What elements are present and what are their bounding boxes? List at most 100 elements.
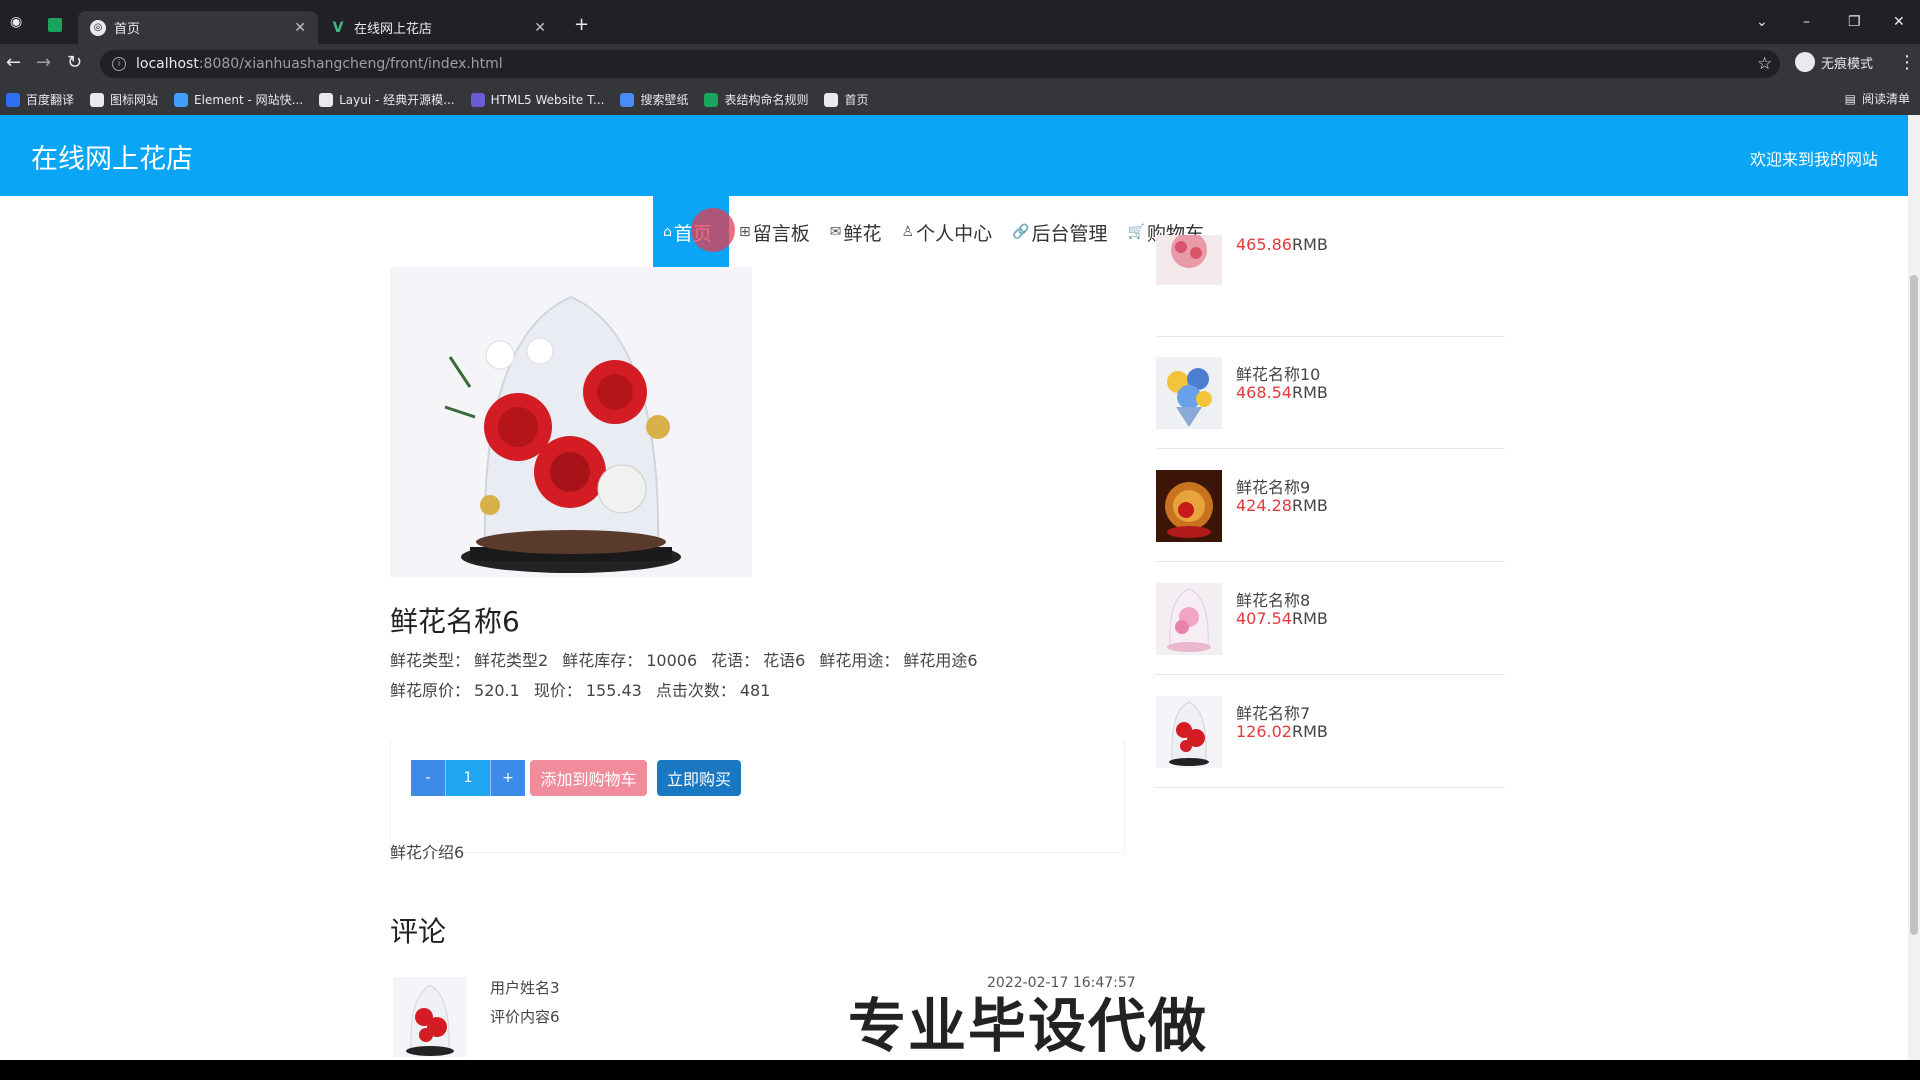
url-path: :8080/xianhuashangcheng/front/index.html bbox=[198, 56, 503, 72]
meta-label: 鲜花库存： bbox=[562, 651, 643, 670]
bookmark-item[interactable]: 表结构命名规则 bbox=[704, 91, 808, 108]
comment-user: 用户姓名3 bbox=[490, 979, 560, 997]
bookmarks-bar: 百度翻译 图标网站 Element - 网站快... Layui - 经典开源模...… bbox=[0, 84, 1920, 115]
site-header: 在线网上花店 欢迎来到我的网站 bbox=[0, 115, 1908, 196]
bookmark-label: 首页 bbox=[844, 93, 869, 107]
currency-label: RMB bbox=[1291, 496, 1328, 515]
grid-icon: ⊞ bbox=[739, 224, 751, 240]
mail-icon: ✉ bbox=[829, 224, 842, 240]
quantity-input[interactable]: 1 bbox=[445, 760, 491, 796]
bookmark-label: Layui - 经典开源模... bbox=[339, 93, 455, 107]
preserved-flower-dome-image bbox=[390, 267, 752, 577]
flower-thumbnail bbox=[1156, 357, 1222, 429]
buy-now-button[interactable]: 立即购买 bbox=[657, 760, 741, 796]
tab-strip: ◉ ◎ 首页 ✕ V 在线网上花店 ✕ + ⌄ – ❐ ✕ bbox=[0, 0, 1920, 44]
bookmark-icon bbox=[704, 92, 719, 107]
purchase-box bbox=[390, 741, 1125, 853]
tab-home[interactable]: ◎ 首页 ✕ bbox=[78, 11, 318, 44]
browser-menu-icon[interactable]: ◉ bbox=[10, 14, 22, 30]
user-icon: ♙ bbox=[901, 224, 915, 240]
nav-label: 鲜花 bbox=[843, 222, 882, 245]
nav-item[interactable]: ✉ 鲜花 bbox=[820, 196, 892, 268]
price-value: 126.02 bbox=[1236, 722, 1292, 741]
close-tab-icon[interactable]: ✕ bbox=[534, 20, 546, 36]
cart-icon: 🛒 bbox=[1127, 224, 1145, 240]
tab-flower-shop[interactable]: V 在线网上花店 ✕ bbox=[318, 11, 558, 44]
bookmark-item[interactable]: 图标网站 bbox=[90, 91, 158, 108]
incognito-profile[interactable]: 无痕模式 bbox=[1795, 52, 1873, 72]
nav-item[interactable]: ⊞ 留言板 bbox=[729, 196, 820, 268]
bookmark-star-icon[interactable]: ☆ bbox=[1757, 54, 1772, 74]
link-icon: 🔗 bbox=[1012, 224, 1030, 240]
new-tab-icon[interactable]: + bbox=[574, 14, 589, 35]
site-info-icon[interactable]: i bbox=[112, 57, 126, 71]
price-value: 468.54 bbox=[1236, 383, 1292, 402]
bookmark-icon bbox=[319, 92, 334, 107]
nav-label: 后台管理 bbox=[1031, 222, 1108, 245]
list-item[interactable]: 鲜花名称7 126.02RMB bbox=[1155, 676, 1505, 788]
close-tab-icon[interactable]: ✕ bbox=[294, 20, 306, 36]
bookmark-item[interactable]: Element - 网站快... bbox=[174, 91, 303, 108]
flower-thumbnail bbox=[1156, 235, 1222, 285]
flower-price: 424.28RMB bbox=[1236, 496, 1328, 515]
currency-label: RMB bbox=[1291, 383, 1328, 402]
tab-search-icon[interactable]: ⌄ bbox=[1756, 14, 1768, 30]
flower-name: 鲜花名称10 bbox=[1236, 365, 1321, 384]
welcome-text: 欢迎来到我的网站 bbox=[1749, 150, 1878, 169]
red-dome-thumbnail bbox=[1156, 470, 1222, 542]
meta-value: 520.1 bbox=[474, 681, 520, 700]
increase-button[interactable]: + bbox=[491, 760, 525, 796]
nav-item[interactable]: 🔗 后台管理 bbox=[1002, 196, 1117, 268]
meta-label: 现价： bbox=[533, 681, 582, 700]
list-item[interactable]: 鲜花名称8 407.54RMB bbox=[1155, 563, 1505, 675]
quantity-stepper: - 1 + bbox=[411, 760, 525, 796]
meta-label: 鲜花用途： bbox=[819, 651, 900, 670]
commenter-avatar-image bbox=[393, 977, 467, 1057]
bookmark-item[interactable]: Layui - 经典开源模... bbox=[319, 91, 455, 108]
nav-label: 个人中心 bbox=[916, 222, 993, 245]
list-item[interactable]: 465.86RMB bbox=[1155, 225, 1505, 337]
vue-icon: V bbox=[332, 19, 344, 36]
reading-list-icon: ▤ bbox=[1844, 91, 1856, 106]
close-window-icon[interactable]: ✕ bbox=[1893, 14, 1905, 30]
tab-title: 在线网上花店 bbox=[354, 22, 433, 37]
restore-icon[interactable]: ❐ bbox=[1848, 14, 1861, 30]
bookmark-icon bbox=[174, 92, 189, 107]
currency-label: RMB bbox=[1291, 722, 1328, 741]
flower-price: 468.54RMB bbox=[1236, 383, 1328, 402]
forward-icon[interactable]: → bbox=[36, 52, 51, 73]
decrease-button[interactable]: - bbox=[411, 760, 445, 796]
meta-label: 花语： bbox=[711, 651, 760, 670]
site-title[interactable]: 在线网上花店 bbox=[31, 137, 193, 176]
back-icon[interactable]: ← bbox=[6, 52, 21, 73]
bookmark-item[interactable]: HTML5 Website T... bbox=[470, 92, 604, 107]
add-to-cart-button[interactable]: 添加到购物车 bbox=[530, 760, 647, 796]
reading-list[interactable]: ▤ 阅读清单 bbox=[1845, 90, 1910, 107]
list-item[interactable]: 鲜花名称10 468.54RMB bbox=[1155, 337, 1505, 449]
url-input[interactable]: i localhost:8080/xianhuashangcheng/front… bbox=[100, 50, 1780, 78]
home-icon: ⌂ bbox=[663, 224, 672, 240]
nav-item[interactable]: ♙ 个人中心 bbox=[892, 196, 1003, 268]
globe-icon: ◎ bbox=[90, 19, 106, 36]
bookmark-item[interactable]: 首页 bbox=[824, 91, 869, 108]
flower-name: 鲜花名称8 bbox=[1236, 591, 1311, 610]
more-menu-icon[interactable]: ⋮ bbox=[1898, 52, 1916, 73]
bookmark-item[interactable]: 搜索壁纸 bbox=[620, 91, 688, 108]
page-scrollbar[interactable] bbox=[1908, 115, 1920, 1060]
bookmark-icon bbox=[90, 92, 105, 107]
tab-group-icon[interactable] bbox=[48, 18, 62, 32]
price-value: 465.86 bbox=[1236, 235, 1292, 254]
meta-label: 鲜花类型： bbox=[390, 651, 471, 670]
scrollbar-thumb[interactable] bbox=[1910, 275, 1918, 935]
meta-value: 155.43 bbox=[585, 681, 642, 700]
comment-avatar bbox=[393, 977, 467, 1057]
profile-label: 无痕模式 bbox=[1821, 56, 1874, 72]
minimize-icon[interactable]: – bbox=[1803, 14, 1810, 30]
main-nav: ⌂首页⊞留言板✉鲜花♙个人中心🔗后台管理🛒购物车 bbox=[653, 196, 1214, 268]
meta-label: 点击次数： bbox=[655, 681, 736, 700]
list-item[interactable]: 鲜花名称9 424.28RMB bbox=[1155, 450, 1505, 562]
bookmark-label: 图标网站 bbox=[110, 93, 159, 107]
reload-icon[interactable]: ↻ bbox=[67, 52, 82, 73]
product-meta-line-1: 鲜花类型： 鲜花类型2 鲜花库存： 10006 花语： 花语6 鲜花用途： 鲜花用途6 bbox=[390, 647, 992, 671]
bookmark-item[interactable]: 百度翻译 bbox=[6, 91, 74, 108]
